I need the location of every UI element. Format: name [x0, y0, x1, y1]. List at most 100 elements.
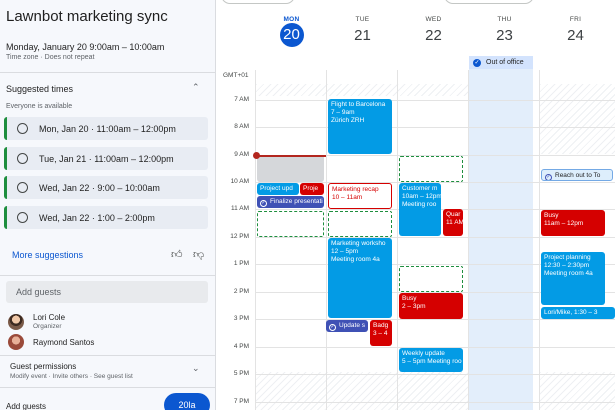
out-of-office-column [469, 56, 533, 410]
suggested-time-option[interactable]: Tue, Jan 21 · 11:00am – 12:00pm [4, 147, 208, 170]
suggested-time-label: Wed, Jan 22 · 1:00 – 2:00pm [39, 212, 155, 223]
current-time-dot [253, 152, 260, 159]
hour-label: 10 AM [230, 178, 249, 185]
guest-name: Raymond Santos [33, 337, 95, 347]
divider [0, 72, 215, 73]
unavailable-hatch [256, 372, 469, 410]
thumbs-up-icon[interactable]: 👍︎ [171, 248, 183, 261]
suggested-slot-outline[interactable] [328, 211, 392, 237]
hour-label: 5 PM [233, 370, 249, 377]
hour-label: 2 PM [233, 288, 249, 295]
radio-icon[interactable] [17, 182, 28, 193]
guest-name: Lori Cole [33, 313, 66, 322]
calendar-event[interactable]: Project upd [257, 183, 299, 195]
calendar-event[interactable]: Lori/Mike, 1:30 – 3 [541, 307, 615, 319]
day-number[interactable]: 22 [398, 26, 469, 46]
calendar-event[interactable]: Busy 2 – 3pm [399, 293, 463, 319]
day-of-week: FRI [569, 16, 582, 23]
out-of-office-icon: ✓ [473, 58, 481, 67]
event-location: Meeting room 4a [544, 270, 593, 277]
add-guests-input[interactable]: Add guests [6, 281, 208, 303]
event-time: 11 AM [446, 219, 463, 226]
collapse-chevron-up-icon[interactable]: ⌃ [192, 82, 200, 93]
day-header-fri[interactable]: FRI 24 [540, 16, 611, 46]
calendar-event[interactable]: Quar 11 AM [443, 209, 463, 236]
suggested-time-option[interactable]: Wed, Jan 22 · 1:00 – 2:00pm [4, 206, 208, 229]
avatar [8, 334, 24, 350]
unavailable-hatch [540, 84, 615, 154]
suggested-times-heading: Suggested times [6, 84, 74, 94]
calendar-event[interactable]: Proje [300, 183, 324, 195]
column-divider [255, 70, 256, 410]
event-time: 7 – 9am [331, 109, 355, 116]
event-title: Busy [402, 295, 417, 302]
current-time-line [256, 155, 326, 157]
event-location: Zürich ZRH [331, 117, 365, 124]
calendar-task[interactable]: ✓ Finalize presentati [257, 196, 324, 208]
guest-item[interactable]: Lori Cole Organizer [8, 313, 65, 330]
calendar-event[interactable]: Weekly update 5 – 5pm Meeting roo [399, 348, 463, 372]
toolbar-button[interactable] [221, 0, 295, 4]
radio-icon[interactable] [17, 123, 28, 134]
suggested-slot-outline[interactable] [399, 156, 463, 182]
calendar-event[interactable]: Marketing worksho 12 – 5pm Meeting room … [328, 238, 392, 318]
hour-grid-line [255, 402, 615, 403]
column-divider [539, 70, 540, 410]
avatar [8, 313, 24, 330]
day-number[interactable]: 24 [540, 26, 611, 46]
toolbar-button[interactable] [444, 0, 534, 4]
day-header-tue[interactable]: TUE 21 [327, 16, 398, 46]
day-of-week: TUE [355, 16, 370, 23]
expand-chevron-down-icon[interactable]: ⌄ [192, 363, 200, 374]
calendar-task[interactable]: ✓ Reach out to To [541, 169, 613, 181]
more-suggestions-link[interactable]: More suggestions [12, 250, 83, 260]
calendar-event[interactable]: Marketing recap 10 – 11am [328, 183, 392, 209]
event-location: Meeting room 4a [331, 256, 380, 263]
column-divider [468, 70, 469, 410]
calendar-event[interactable]: Busy 11am – 12pm [541, 210, 605, 236]
day-of-week: WED [425, 16, 442, 23]
add-guests-footer-label: Add guests [6, 402, 47, 410]
event-title[interactable]: Lawnbot marketing sync [6, 8, 168, 25]
calendar-event[interactable]: Badg 3 – 4 [370, 320, 392, 346]
calendar-event[interactable]: Flight to Barcelona 7 – 9am Zürich ZRH [328, 99, 392, 154]
event-timezone[interactable]: Time zone · Does not repeat [6, 54, 94, 61]
calendar-event[interactable]: Customer m 10am – 12pm Meeting roo [399, 183, 441, 236]
suggested-time-option[interactable]: Mon, Jan 20 · 11:00am – 12:00pm [4, 117, 208, 140]
unavailable-hatch [256, 84, 469, 96]
event-title: Project upd [260, 185, 293, 192]
calendar-event[interactable]: Project planning 12:30 – 2:30pm Meeting … [541, 252, 605, 305]
event-title: Marketing recap [332, 186, 379, 193]
event-time: 10 – 11am [332, 194, 363, 201]
hour-grid-line [255, 374, 615, 375]
suggested-slot-outline[interactable] [399, 266, 463, 292]
day-header-wed[interactable]: WED 22 [398, 16, 469, 46]
suggested-time-label: Tue, Jan 21 · 11:00am – 12:00pm [39, 153, 174, 164]
draft-event-block[interactable] [257, 155, 324, 182]
suggested-slot-outline[interactable] [257, 211, 324, 237]
task-check-icon: ✓ [545, 174, 552, 180]
day-header-mon[interactable]: MON 20 [256, 16, 327, 47]
calendar-task[interactable]: ✓ Update s [326, 320, 368, 332]
day-number[interactable]: 21 [327, 26, 398, 46]
event-title: Project planning [544, 254, 591, 261]
footer-action-button[interactable]: 20la [164, 393, 210, 410]
out-of-office-event[interactable]: ✓ Out of office [469, 56, 533, 69]
thumbs-down-icon[interactable]: 👎︎ [193, 248, 204, 261]
day-of-week: THU [497, 16, 512, 23]
divider [0, 275, 215, 276]
radio-icon[interactable] [17, 153, 28, 164]
event-title: Finalize presentati [270, 198, 323, 205]
radio-icon[interactable] [17, 212, 28, 223]
day-header-thu[interactable]: THU 23 [469, 16, 540, 46]
day-number[interactable]: 23 [469, 26, 540, 46]
hour-grid-line [255, 100, 615, 101]
hour-label: 3 PM [233, 315, 249, 322]
day-number-today[interactable]: 20 [279, 23, 304, 47]
task-check-icon: ✓ [260, 200, 267, 207]
guest-item[interactable]: Raymond Santos [8, 334, 94, 350]
suggested-time-option[interactable]: Wed, Jan 22 · 9:00 – 10:00am [4, 176, 208, 199]
out-of-office-label: Out of office [486, 59, 524, 66]
event-date-time[interactable]: Monday, January 20 9:00am – 10:00am [6, 42, 164, 52]
divider [0, 387, 215, 388]
